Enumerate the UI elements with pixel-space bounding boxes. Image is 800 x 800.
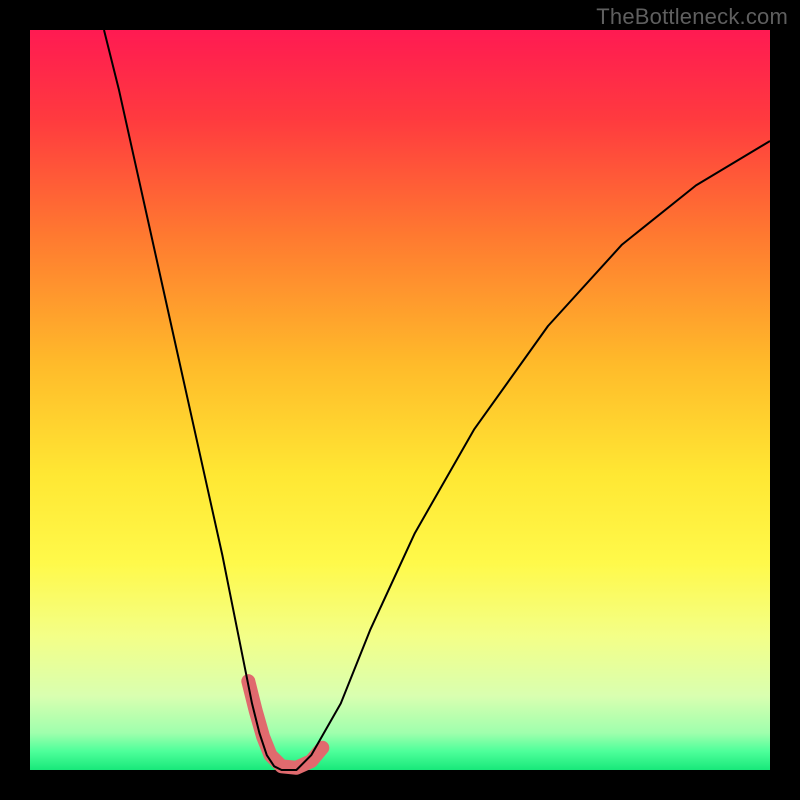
chart-frame: TheBottleneck.com	[0, 0, 800, 800]
plot-background	[30, 30, 770, 770]
chart-svg	[0, 0, 800, 800]
watermark-text: TheBottleneck.com	[596, 4, 788, 30]
